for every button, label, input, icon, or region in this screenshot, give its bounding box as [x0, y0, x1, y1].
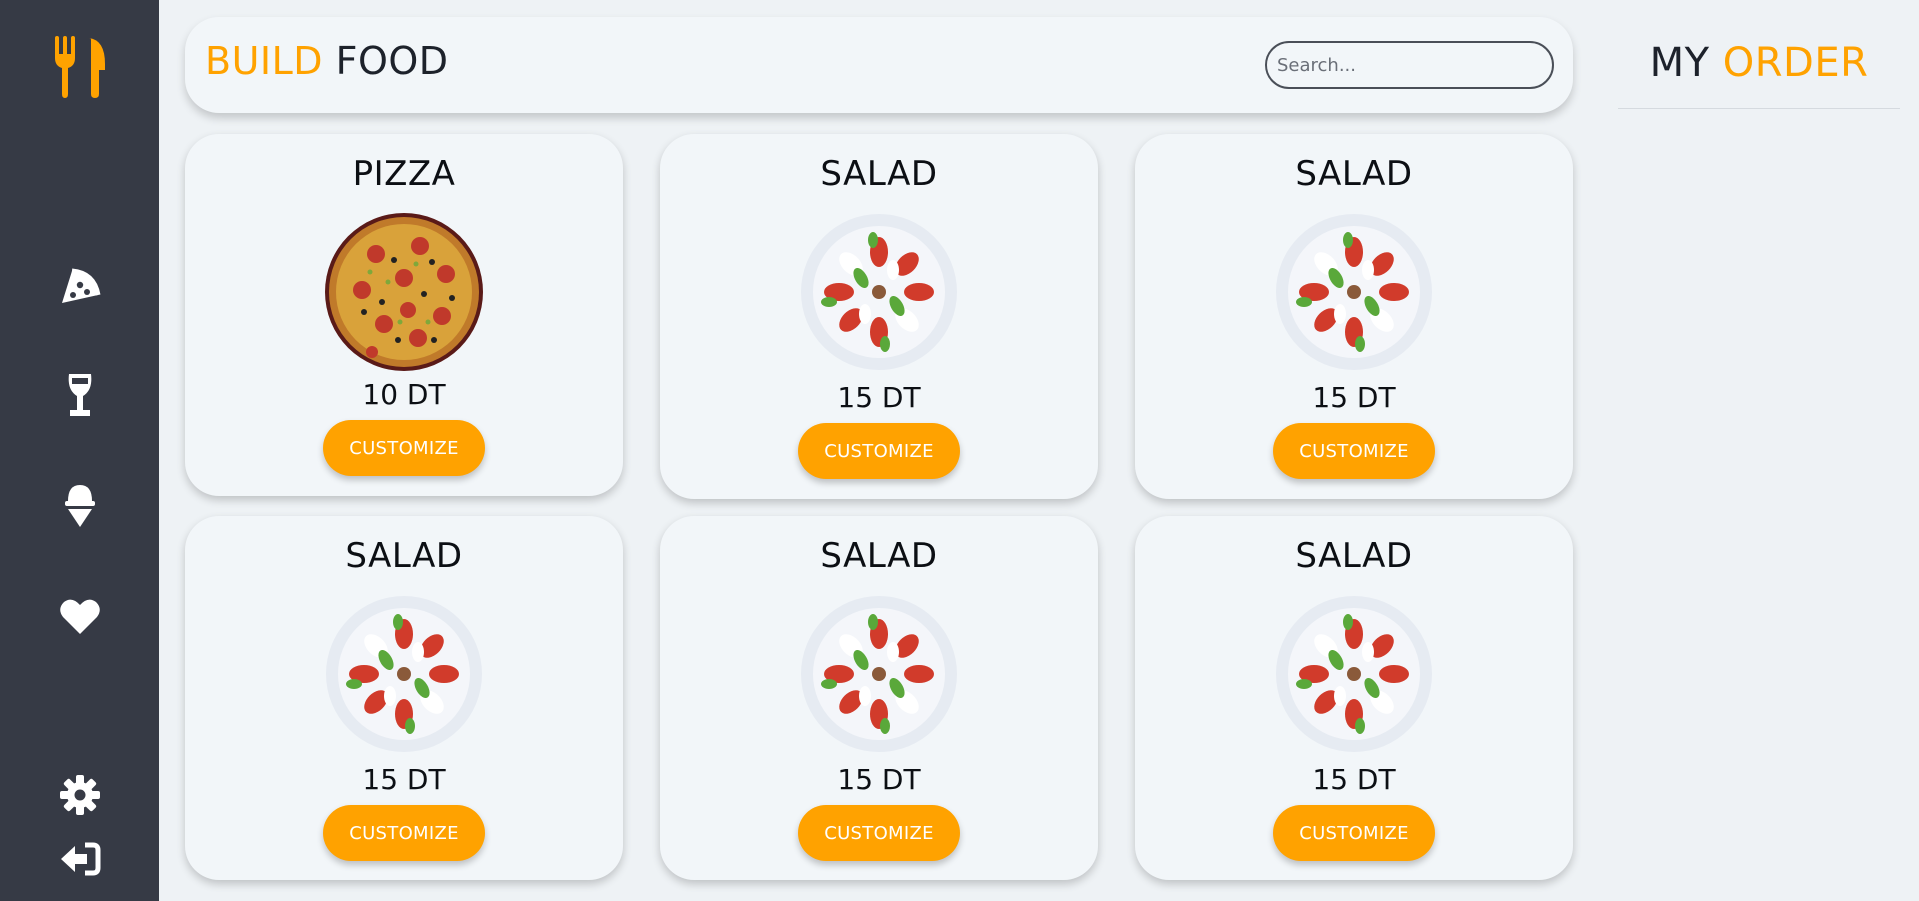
- customize-button[interactable]: CUSTOMIZE: [798, 423, 960, 479]
- salad-image: [801, 596, 957, 752]
- pizza-icon[interactable]: [0, 262, 159, 312]
- sidebar: [0, 0, 159, 901]
- card-price: 15 DT: [837, 381, 921, 414]
- card-title: SALAD: [1295, 536, 1413, 576]
- card-title: SALAD: [820, 536, 938, 576]
- order-divider: [1618, 108, 1900, 109]
- utensils-icon[interactable]: [0, 32, 159, 98]
- pizza-image: [325, 213, 483, 371]
- customize-button[interactable]: CUSTOMIZE: [798, 805, 960, 861]
- salad-image: [326, 596, 482, 752]
- food-card: SALAD 15 DT CUSTOMIZE: [660, 516, 1098, 880]
- card-price: 10 DT: [362, 378, 446, 411]
- food-card: SALAD 15 DT CUSTOMIZE: [1135, 516, 1573, 880]
- order-panel-title: MY ORDER: [1618, 40, 1900, 86]
- food-card: SALAD 15 DT CUSTOMIZE: [660, 134, 1098, 499]
- salad-image: [1276, 214, 1432, 370]
- card-price: 15 DT: [1312, 763, 1396, 796]
- card-title: SALAD: [1295, 154, 1413, 194]
- customize-button[interactable]: CUSTOMIZE: [1273, 805, 1435, 861]
- order-title-part-2: ORDER: [1722, 40, 1869, 86]
- card-title: PIZZA: [352, 154, 456, 194]
- card-price: 15 DT: [1312, 381, 1396, 414]
- customize-button[interactable]: CUSTOMIZE: [1273, 423, 1435, 479]
- card-price: 15 DT: [837, 763, 921, 796]
- salad-image: [801, 214, 957, 370]
- card-title: SALAD: [820, 154, 938, 194]
- header-bar: BUILD FOOD: [185, 17, 1573, 113]
- brand-logo-text: BUILD FOOD: [205, 39, 449, 83]
- order-title-part-1: MY: [1649, 40, 1710, 86]
- brand-part-1: BUILD: [205, 39, 324, 83]
- salad-image: [1276, 596, 1432, 752]
- food-card: SALAD 15 DT CUSTOMIZE: [1135, 134, 1573, 499]
- food-card: SALAD 15 DT CUSTOMIZE: [185, 516, 623, 880]
- brand-part-2: FOOD: [335, 39, 449, 83]
- ice-cream-icon[interactable]: [0, 480, 159, 530]
- card-title: SALAD: [345, 536, 463, 576]
- card-price: 15 DT: [362, 763, 446, 796]
- search-input[interactable]: [1265, 41, 1554, 89]
- customize-button[interactable]: CUSTOMIZE: [323, 420, 485, 476]
- wine-glass-icon[interactable]: [0, 370, 159, 420]
- gear-icon[interactable]: [0, 770, 159, 820]
- food-card: PIZZA 10 DT CUSTOMIZE: [185, 134, 623, 496]
- heart-icon[interactable]: [0, 592, 159, 642]
- customize-button[interactable]: CUSTOMIZE: [323, 805, 485, 861]
- logout-icon[interactable]: [0, 836, 159, 882]
